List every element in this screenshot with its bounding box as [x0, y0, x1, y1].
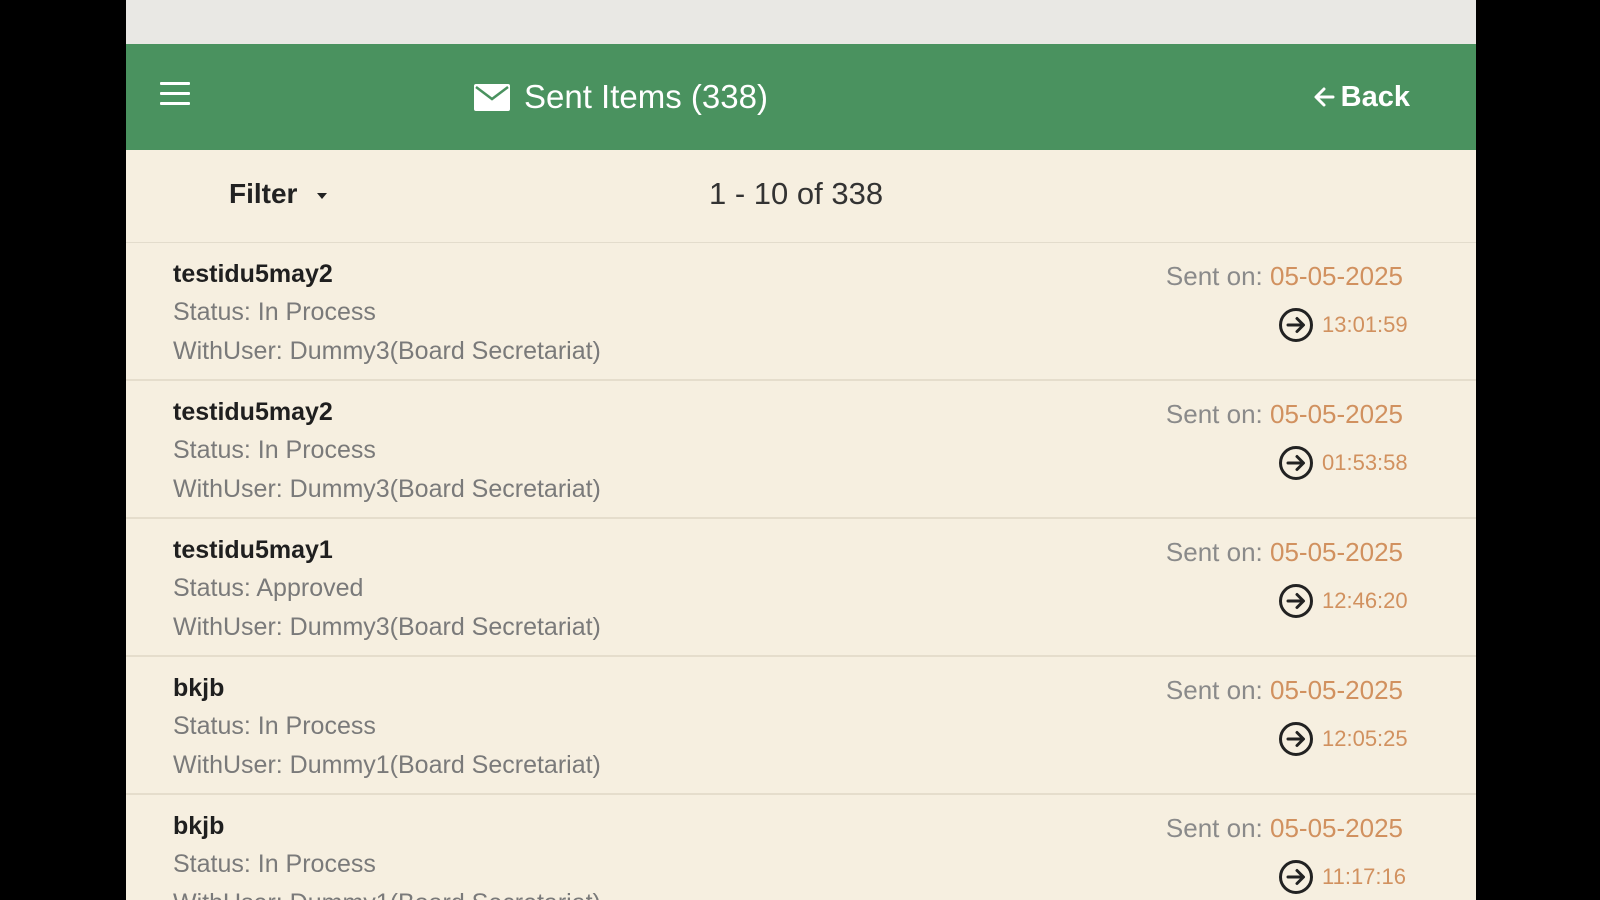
item-sent-on: Sent on: 05-05-2025 [1166, 537, 1403, 568]
item-with-user: WithUser: Dummy3(Board Secretariat) [173, 337, 601, 365]
filter-label: Filter [229, 178, 298, 209]
status-bar [126, 0, 1476, 44]
item-sent-on: Sent on: 05-05-2025 [1166, 813, 1403, 844]
filter-dropdown[interactable]: Filter [229, 178, 328, 210]
item-subject: bkjb [173, 674, 225, 702]
sent-date: 05-05-2025 [1270, 537, 1403, 567]
back-button-label: Back [1340, 80, 1410, 113]
sent-date: 05-05-2025 [1270, 261, 1403, 291]
item-with-user: WithUser: Dummy3(Board Secretariat) [173, 475, 601, 503]
mail-icon [474, 83, 510, 111]
sent-time: 01:53:58 [1322, 450, 1408, 475]
item-with-user: WithUser: Dummy1(Board Secretariat) [173, 751, 601, 779]
sent-time: 11:17:16 [1322, 864, 1407, 889]
list-item[interactable]: testidu5may2 Status: In Process WithUser… [126, 243, 1476, 381]
menu-icon [160, 82, 192, 105]
back-button[interactable]: Back [1313, 44, 1410, 150]
pagination-info: 1 - 10 of 338 [709, 176, 884, 211]
item-subject: bkjb [173, 812, 225, 840]
caret-down-icon [317, 193, 328, 199]
list-item[interactable]: testidu5may2 Status: In Process WithUser… [126, 381, 1476, 519]
arrow-left-icon [1314, 87, 1335, 107]
sent-items-list: testidu5may2 Status: In Process WithUser… [126, 243, 1476, 900]
list-item[interactable]: bkjb Status: In Process WithUser: Dummy1… [126, 795, 1476, 900]
item-status: Status: In Process [173, 850, 376, 878]
item-sent-on: Sent on: 05-05-2025 [1166, 399, 1403, 430]
item-subject: testidu5may2 [173, 260, 333, 288]
sent-date: 05-05-2025 [1270, 813, 1403, 843]
sent-on-label: Sent on: [1165, 675, 1270, 705]
item-time-row: 11:17:16 [1278, 859, 1416, 895]
sent-time: 12:05:25 [1322, 726, 1408, 751]
item-status: Status: In Process [173, 436, 376, 464]
arrow-circle-right-icon[interactable] [1278, 307, 1314, 343]
list-item[interactable]: bkjb Status: In Process WithUser: Dummy1… [126, 657, 1476, 795]
page-title: Sent Items (338) [524, 78, 768, 115]
arrow-circle-right-icon[interactable] [1278, 721, 1314, 757]
item-subject: testidu5may2 [173, 398, 333, 426]
item-subject: testidu5may1 [173, 536, 333, 564]
list-toolbar: Filter 1 - 10 of 338 [126, 150, 1476, 243]
item-time-row: 12:46:20 [1278, 583, 1416, 619]
app-header: Sent Items (338) Back [126, 44, 1476, 150]
item-with-user: WithUser: Dummy3(Board Secretariat) [173, 613, 601, 641]
app-container: Sent Items (338) Back Filter 1 - 10 of 3… [126, 0, 1476, 900]
sent-date: 05-05-2025 [1270, 399, 1403, 429]
item-status: Status: Approved [173, 574, 364, 602]
sent-on-label: Sent on: [1165, 399, 1270, 429]
arrow-circle-right-icon[interactable] [1278, 859, 1314, 895]
sent-time: 13:01:59 [1322, 312, 1408, 337]
item-sent-on: Sent on: 05-05-2025 [1166, 261, 1403, 292]
header-title-group: Sent Items (338) [474, 44, 768, 150]
list-item[interactable]: testidu5may1 Status: Approved WithUser: … [126, 519, 1476, 657]
sent-time: 12:46:20 [1322, 588, 1408, 613]
item-status: Status: In Process [173, 712, 376, 740]
item-status: Status: In Process [173, 298, 376, 326]
item-time-row: 12:05:25 [1278, 721, 1416, 757]
sent-on-label: Sent on: [1165, 813, 1270, 843]
item-with-user: WithUser: Dummy1(Board Secretariat) [173, 889, 601, 900]
menu-button[interactable] [160, 82, 192, 110]
sent-on-label: Sent on: [1165, 537, 1270, 567]
sent-date: 05-05-2025 [1270, 675, 1403, 705]
sent-on-label: Sent on: [1165, 261, 1270, 291]
arrow-circle-right-icon[interactable] [1278, 445, 1314, 481]
item-time-row: 01:53:58 [1278, 445, 1416, 481]
arrow-circle-right-icon[interactable] [1278, 583, 1314, 619]
item-time-row: 13:01:59 [1278, 307, 1416, 343]
item-sent-on: Sent on: 05-05-2025 [1166, 675, 1403, 706]
